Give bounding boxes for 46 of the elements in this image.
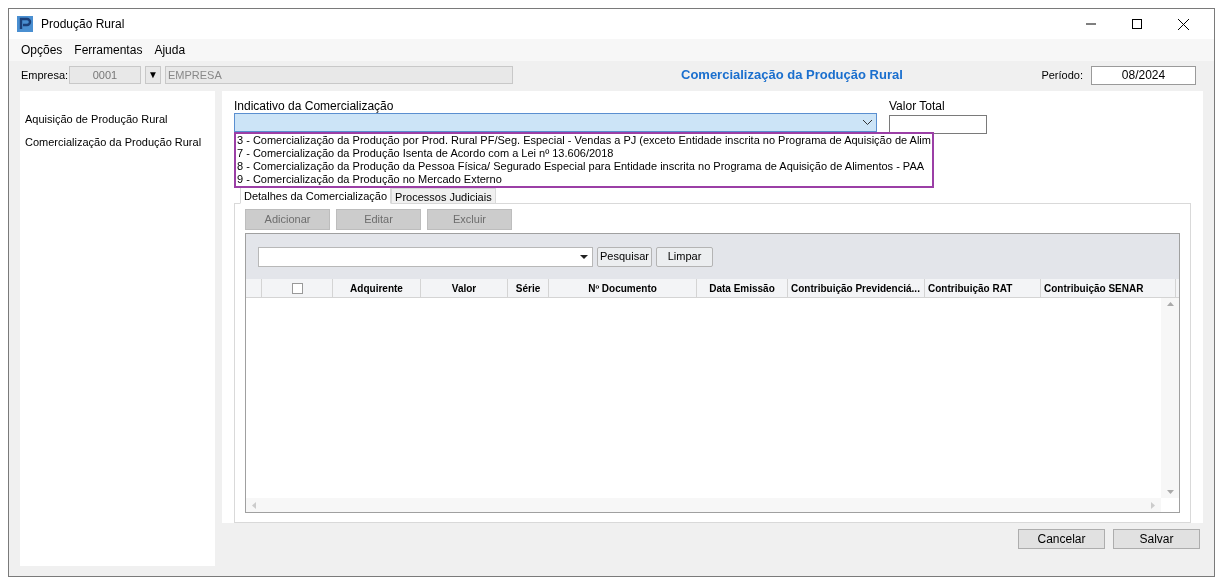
column-header[interactable]: Nº Documento <box>549 279 697 297</box>
indicativo-label: Indicativo da Comercialização <box>234 98 395 113</box>
indicativo-dropdown[interactable] <box>234 113 877 132</box>
periodo-label: Período: <box>1041 67 1083 83</box>
search-button[interactable]: Pesquisar <box>597 246 652 267</box>
menu-item[interactable]: Ajuda <box>148 41 192 59</box>
column-header[interactable]: Valor <box>421 279 508 297</box>
vertical-scrollbar[interactable] <box>1161 298 1179 498</box>
close-icon <box>1177 18 1189 30</box>
empresa-dropdown-button[interactable]: ▼ <box>145 66 161 84</box>
footer-button[interactable]: Cancelar <box>1018 529 1105 549</box>
scroll-right-icon <box>1151 501 1155 509</box>
dropdown-option[interactable]: 7 - Comercialização da Produção Isenta de Acordo com a Lei nº 13.606/2018 <box>237 147 931 160</box>
maximize-icon <box>1132 19 1142 29</box>
valor-total-label: Valor Total <box>889 98 946 115</box>
dropdown-option[interactable]: 3 - Comercialização da Produção por Prod. Rural PF/Seg. Especial - Vendas a PJ (exceto Entidade inscrita no Programa de Aquisição de Alim <box>237 134 931 147</box>
sidebar-item[interactable]: Aquisição de Produção Rural <box>24 111 215 128</box>
column-header[interactable]: Data Emissão <box>697 279 788 297</box>
tab[interactable]: Processos Judiciais <box>391 188 496 203</box>
window-title: Produção Rural <box>41 16 125 33</box>
empresa-code-field[interactable]: 0001 <box>69 66 141 84</box>
dropdown-arrow-icon <box>580 254 588 259</box>
app-logo-icon <box>17 16 33 32</box>
horizontal-scrollbar[interactable] <box>246 498 1161 512</box>
select-all-checkbox[interactable] <box>291 282 303 294</box>
scroll-up-icon <box>1166 302 1174 306</box>
valor-total-field[interactable] <box>889 115 987 134</box>
column-header[interactable]: Série <box>508 279 549 297</box>
scroll-left-icon <box>252 501 256 509</box>
menu-item[interactable]: Opções <box>15 41 69 59</box>
column-header[interactable]: Adquirente <box>333 279 421 297</box>
empresa-label: Empresa: <box>21 67 65 83</box>
sidebar-item[interactable]: Comercialização da Produção Rural <box>24 133 215 150</box>
column-header[interactable]: Contribuição Previdenciá... <box>788 279 925 297</box>
scroll-down-icon <box>1166 490 1174 494</box>
chevron-down-icon <box>863 120 872 125</box>
clear-button[interactable]: Limpar <box>656 246 713 267</box>
periodo-field[interactable]: 08/2024 <box>1091 65 1196 85</box>
dropdown-option[interactable]: 8 - Comercialização da Produção da Pessoa Física/ Segurado Especial para Entidade inscrita no Programa de Aquisição de Alimentos - PAA <box>237 160 931 173</box>
menu-item[interactable]: Ferramentas <box>68 41 149 59</box>
search-combobox[interactable] <box>258 246 593 267</box>
footer-button[interactable]: Salvar <box>1113 529 1200 549</box>
column-header[interactable]: Contribuição SENAR <box>1041 279 1176 297</box>
column-header[interactable]: Contribuição RAT <box>925 279 1041 297</box>
page-heading: Comercialização da Produção Rural <box>681 66 903 85</box>
dropdown-option[interactable]: 9 - Comercialização da Produção no Mercado Externo <box>237 173 931 186</box>
